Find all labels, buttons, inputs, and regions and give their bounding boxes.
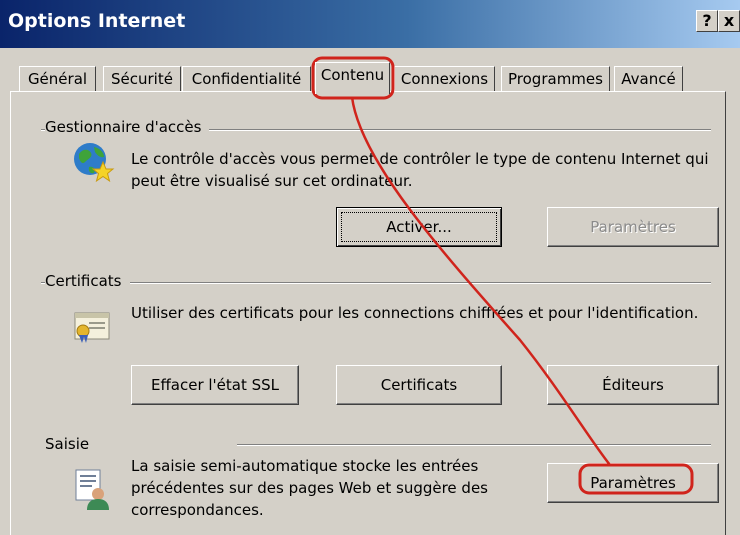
globe-star-icon <box>71 140 115 184</box>
certificates-heading: Certificats <box>45 272 130 290</box>
tab-programs[interactable]: Programmes <box>501 66 610 93</box>
focus-rectangle <box>341 212 497 242</box>
autocomplete-settings-button[interactable]: Paramètres <box>547 463 719 503</box>
content-tab-panel: Gestionnaire d'accès Le contrôle d'accès… <box>10 91 726 535</box>
enable-button[interactable]: Activer... <box>336 207 502 247</box>
tab-connections[interactable]: Connexions <box>394 66 495 93</box>
tab-advanced[interactable]: Avancé <box>614 66 683 93</box>
certificate-icon <box>73 309 113 345</box>
group-divider <box>41 282 711 284</box>
window-title: Options Internet <box>8 10 186 32</box>
tab-security[interactable]: Sécurité <box>103 66 181 93</box>
title-bar: Options Internet ? x <box>0 0 740 48</box>
form-user-icon <box>73 468 113 512</box>
autocomplete-description: La saisie semi-automatique stocke les en… <box>131 457 488 519</box>
help-button[interactable]: ? <box>696 10 718 32</box>
certificates-description: Utiliser des certificats pour les connec… <box>131 304 699 322</box>
access-settings-button[interactable]: Paramètres <box>547 207 719 247</box>
internet-options-dialog: Options Internet ? x Général Sécurité Co… <box>0 0 740 535</box>
tab-general[interactable]: Général <box>19 66 96 93</box>
access-manager-heading: Gestionnaire d'accès <box>45 118 210 136</box>
certificates-button[interactable]: Certificats <box>336 365 502 405</box>
group-divider <box>237 444 711 446</box>
clear-ssl-state-button[interactable]: Effacer l'état SSL <box>131 365 299 405</box>
tab-strip: Général Sécurité Confidentialité Contenu… <box>0 62 740 94</box>
tab-privacy[interactable]: Confidentialité <box>182 66 311 93</box>
publishers-button[interactable]: Éditeurs <box>547 365 719 405</box>
access-manager-description: Le contrôle d'accès vous permet de contr… <box>131 150 709 190</box>
tab-content[interactable]: Contenu <box>315 62 390 94</box>
autocomplete-heading: Saisie <box>45 435 98 453</box>
close-button[interactable]: x <box>718 10 740 32</box>
